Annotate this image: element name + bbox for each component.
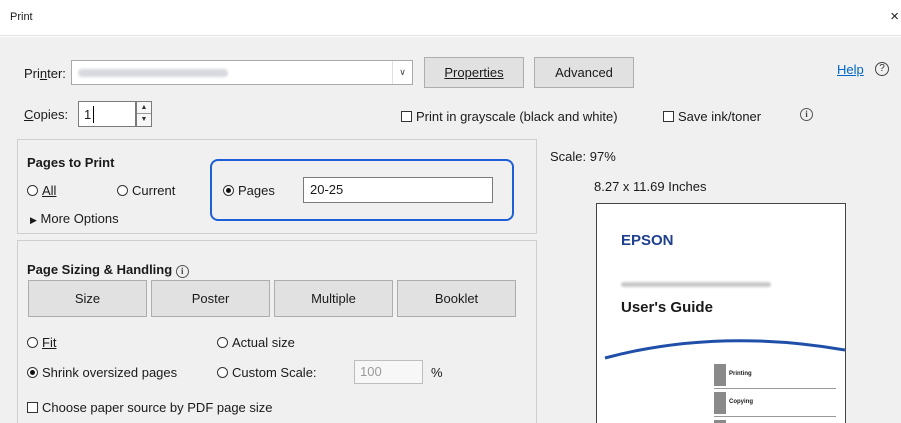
info-icon[interactable]: i xyxy=(175,265,189,278)
properties-button[interactable]: Properties xyxy=(424,57,524,88)
multiple-tab[interactable]: Multiple xyxy=(274,280,393,317)
chevron-down-icon[interactable]: ∨ xyxy=(392,61,412,84)
printing-tab-marker xyxy=(714,364,726,386)
printing-tab-label: Printing xyxy=(729,371,752,377)
radio-shrink-oversized[interactable]: Shrink oversized pages xyxy=(27,365,177,381)
radio-icon[interactable] xyxy=(217,367,228,378)
help-icon[interactable]: ? xyxy=(875,62,889,76)
paper-source-checkbox[interactable]: Choose paper source by PDF page size xyxy=(27,400,273,416)
close-icon[interactable]: × xyxy=(890,8,899,25)
advanced-button[interactable]: Advanced xyxy=(534,57,634,88)
title-bar: Print × xyxy=(0,0,901,36)
radio-current[interactable]: Current xyxy=(117,183,175,199)
window-title: Print xyxy=(10,11,33,23)
pages-to-print-heading: Pages to Print xyxy=(27,155,115,170)
radio-selected-icon[interactable] xyxy=(27,367,38,378)
tab-divider xyxy=(714,416,836,417)
radio-selected-icon[interactable] xyxy=(223,185,234,196)
blurred-model-text xyxy=(621,282,771,287)
page-sizing-heading: Page Sizing & Handling i xyxy=(27,262,189,278)
booklet-tab[interactable]: Booklet xyxy=(397,280,516,317)
stepper-down-icon[interactable]: ▼ xyxy=(137,114,151,126)
checkbox-icon[interactable] xyxy=(27,402,38,413)
grayscale-checkbox[interactable]: Print in grayscale (black and white) xyxy=(401,109,618,125)
checkbox-icon[interactable] xyxy=(401,111,412,122)
radio-all[interactable]: All xyxy=(27,183,56,199)
copying-tab-label: Copying xyxy=(729,399,753,405)
stepper-up-icon[interactable]: ▲ xyxy=(137,102,151,114)
size-tab[interactable]: Size xyxy=(28,280,147,317)
more-options-toggle[interactable]: ▶ More Options xyxy=(30,211,119,228)
doc-title: User's Guide xyxy=(621,299,713,316)
tab-divider xyxy=(714,388,836,389)
save-ink-checkbox[interactable]: Save ink/toner xyxy=(663,109,761,125)
radio-icon[interactable] xyxy=(27,337,38,348)
poster-tab[interactable]: Poster xyxy=(151,280,270,317)
paper-dimensions: 8.27 x 11.69 Inches xyxy=(594,179,707,194)
epson-logo: EPSON xyxy=(621,232,674,249)
custom-scale-input[interactable]: 100 xyxy=(354,360,423,384)
copying-tab-marker xyxy=(714,392,726,414)
radio-icon[interactable] xyxy=(27,185,38,196)
checkbox-icon[interactable] xyxy=(663,111,674,122)
radio-actual-size[interactable]: Actual size xyxy=(217,335,295,351)
printer-label: Printer: xyxy=(24,66,66,81)
help-link[interactable]: Help xyxy=(837,62,864,77)
printer-name-blurred xyxy=(78,69,228,77)
printer-select[interactable]: ∨ xyxy=(71,60,413,85)
radio-pages[interactable]: Pages xyxy=(223,183,275,199)
radio-icon[interactable] xyxy=(117,185,128,196)
percent-label: % xyxy=(431,365,443,380)
triangle-right-icon: ▶ xyxy=(30,215,37,225)
copies-stepper[interactable]: ▲ ▼ xyxy=(136,101,152,127)
radio-fit[interactable]: Fit xyxy=(27,335,56,351)
radio-custom-scale[interactable]: Custom Scale: xyxy=(217,365,317,381)
page-preview: EPSON User's Guide Printing Copying xyxy=(596,203,846,423)
print-dialog-body: Printer: ∨ Properties Advanced Help ? Co… xyxy=(0,37,901,423)
pages-range-input[interactable]: 20-25 xyxy=(303,177,493,203)
text-cursor xyxy=(93,106,94,123)
scale-readout: Scale: 97% xyxy=(550,149,616,164)
info-icon[interactable]: i xyxy=(800,108,813,121)
radio-icon[interactable] xyxy=(217,337,228,348)
copies-label: Copies: xyxy=(24,107,69,122)
copies-input[interactable]: 1 xyxy=(78,101,136,127)
